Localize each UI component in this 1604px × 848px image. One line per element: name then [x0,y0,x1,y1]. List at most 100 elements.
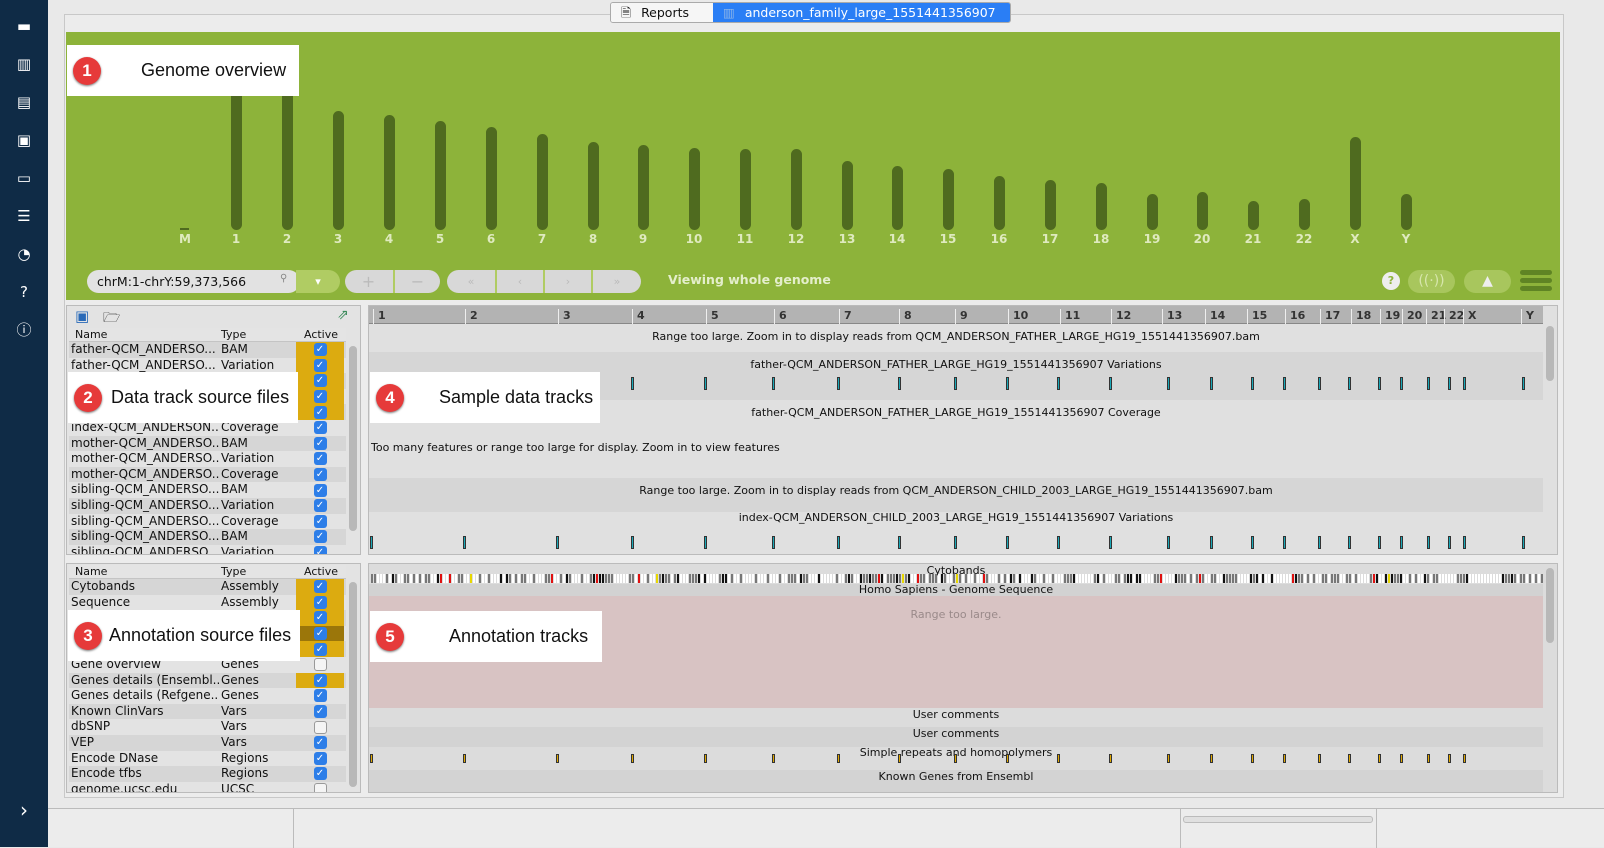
chromosome-label[interactable]: 7 [527,232,557,246]
variant-marker[interactable] [898,536,901,549]
variant-marker[interactable] [1167,536,1170,549]
scrollbar[interactable] [1546,326,1554,381]
bam-icon[interactable]: ▣ [14,130,34,150]
variant-marker[interactable] [1057,377,1060,390]
variant-marker[interactable] [1006,536,1009,549]
repeat-marker[interactable] [370,754,373,763]
chromosome-22[interactable] [1299,199,1310,230]
table-row[interactable]: Genes details (Refgene... Genes ✓ [69,688,346,704]
variant-marker[interactable] [1318,536,1321,549]
tab-genome-browser[interactable]: ▥ anderson_family_large_1551441356907 [713,3,1010,22]
repeat-marker[interactable] [556,754,559,763]
variant-marker[interactable] [1463,377,1466,390]
active-checkbox[interactable]: ✓ [313,514,327,528]
col-type[interactable]: Type [219,565,296,578]
repeat-marker[interactable] [1251,754,1254,763]
chromosome-label[interactable]: 6 [476,232,506,246]
repeat-marker[interactable] [1378,754,1381,763]
variant-marker[interactable] [954,377,957,390]
col-name[interactable]: Name [69,328,219,341]
repeat-marker[interactable] [463,754,466,763]
location-input[interactable]: chrM:1-chrY:59,373,566 ⚲ [87,270,300,293]
ruler-label[interactable]: 17 [1320,309,1340,324]
chromosome-label[interactable]: Y [1391,232,1421,246]
variant-marker[interactable] [1378,377,1381,390]
active-checkbox[interactable] [313,783,327,792]
chromosome-label[interactable]: 12 [781,232,811,246]
ruler-label[interactable]: 20 [1402,309,1422,324]
table-row[interactable]: mother-QCM_ANDERSO... BAM ✓ [69,435,346,452]
active-checkbox[interactable]: ✓ [313,736,327,750]
repeat-marker[interactable] [1318,754,1321,763]
chromosome-4[interactable] [384,114,395,230]
repeat-marker[interactable] [954,754,957,763]
variant-marker[interactable] [704,377,707,390]
col-active[interactable]: Active [296,328,344,341]
repeat-marker[interactable] [1348,754,1351,763]
scrollbar[interactable] [349,582,357,787]
table-row[interactable]: genome.ucsc.edu UCSC [69,782,346,792]
variant-marker[interactable] [556,536,559,549]
col-name[interactable]: Name [69,565,219,578]
variant-marker[interactable] [1448,377,1451,390]
chromosome-10[interactable] [689,148,700,230]
chromosome-label[interactable]: 5 [425,232,455,246]
repeat-marker[interactable] [631,754,634,763]
active-checkbox[interactable]: ✓ [313,421,327,435]
active-checkbox[interactable]: ✓ [313,595,327,609]
history-icon[interactable]: ◔ [14,244,34,264]
table-row[interactable]: VEP Vars ✓ [69,734,346,751]
table-row[interactable]: Cytobands Assembly ✓ [69,579,346,595]
chromosome-12[interactable] [791,149,802,230]
repeat-marker[interactable] [1109,754,1112,763]
variant-marker[interactable] [1251,377,1254,390]
variant-marker[interactable] [1167,377,1170,390]
table-row[interactable]: Encode DNase Regions ✓ [69,751,346,767]
chromosome-15[interactable] [943,168,954,230]
broadcast-button[interactable]: ((·)) [1408,270,1455,293]
chromosome-17[interactable] [1045,180,1056,230]
table-row[interactable]: Known ClinVars Vars ✓ [69,703,346,720]
ruler-label[interactable]: 13 [1162,309,1182,324]
chromosome-X[interactable] [1350,136,1361,230]
table-row[interactable]: sibling-QCM_ANDERSO... BAM ✓ [69,482,346,498]
chromosome-label[interactable]: 18 [1086,232,1116,246]
variant-marker[interactable] [704,536,707,549]
active-checkbox[interactable] [313,658,327,672]
chromosome-9[interactable] [638,145,649,230]
variant-marker[interactable] [1210,536,1213,549]
ruler-label[interactable]: 8 [899,309,912,324]
repeat-marker[interactable] [1167,754,1170,763]
table-row[interactable]: dbSNP Vars [69,719,346,735]
repeat-marker[interactable] [898,754,901,763]
table-row[interactable]: sibling-QCM_ANDERSO... Variation ✓ [69,545,346,554]
ruler-label[interactable]: 3 [558,309,571,324]
chromosome-label[interactable]: 8 [578,232,608,246]
active-checkbox[interactable]: ✓ [313,673,327,687]
ruler-label[interactable]: 22 [1444,309,1464,324]
active-checkbox[interactable]: ✓ [313,767,327,781]
chromosome-label[interactable]: 1 [221,232,251,246]
chromosome-M[interactable] [180,228,189,230]
col-type[interactable]: Type [219,328,296,341]
ruler-label[interactable]: 15 [1247,309,1267,324]
first-button[interactable]: « [447,270,495,293]
active-checkbox[interactable]: ✓ [313,642,327,656]
chromosome-6[interactable] [486,126,497,230]
repeat-marker[interactable] [1210,754,1213,763]
table-row[interactable]: father-QCM_ANDERSO... Variation ✓ [69,357,346,374]
variant-marker[interactable] [1057,536,1060,549]
chromosome-1[interactable] [231,80,242,230]
chromosome-label[interactable]: 10 [679,232,709,246]
variant-marker[interactable] [837,377,840,390]
repeat-marker[interactable] [1400,754,1403,763]
ruler-label[interactable]: X [1463,309,1476,324]
terminal-icon[interactable]: ▭ [14,168,34,188]
repeat-marker[interactable] [1448,754,1451,763]
menu-icon[interactable] [1520,270,1552,291]
chromosome-label[interactable]: 19 [1137,232,1167,246]
chromosome-label[interactable]: 21 [1238,232,1268,246]
chromosome-7[interactable] [537,134,548,230]
chromosome-label[interactable]: 2 [272,232,302,246]
chromosome-ruler[interactable]: 1 2 3 4 5 6 7 8 9 10 11 12 13 14 15 16 17 18 19 20 21 22 X Y [369,306,1543,324]
